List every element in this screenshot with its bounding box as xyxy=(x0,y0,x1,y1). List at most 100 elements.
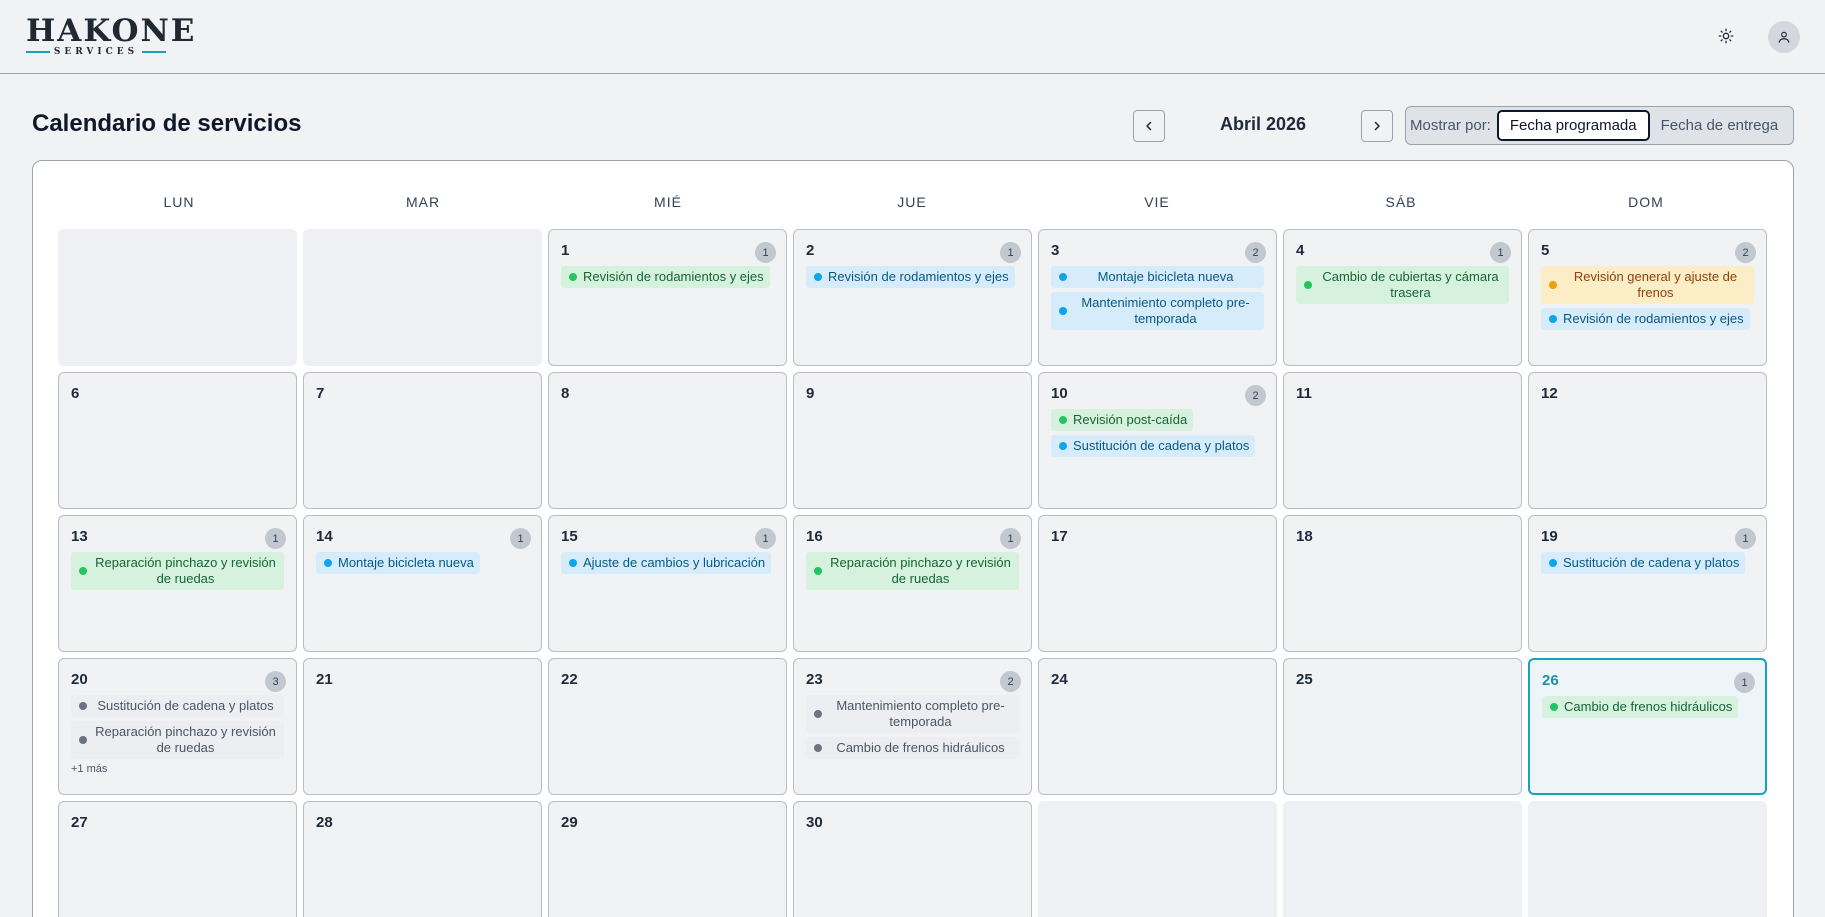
calendar-day-cell[interactable]: 15 1 Ajuste de cambios y lubricación xyxy=(548,515,787,652)
event-title: Revisión general y ajuste de frenos xyxy=(1573,269,1738,300)
calendar-day-cell[interactable]: 26 1 Cambio de frenos hidráulicos xyxy=(1528,658,1767,795)
service-event-chip[interactable]: Revisión de rodamientos y ejes xyxy=(1541,308,1750,330)
service-event-chip[interactable]: Mantenimiento completo pre-temporada xyxy=(806,695,1019,733)
event-title: Cambio de frenos hidráulicos xyxy=(1564,699,1733,714)
calendar-day-cell[interactable]: 21 xyxy=(303,658,542,795)
weekday-header: VIE xyxy=(1144,194,1170,210)
event-title: Revisión post-caída xyxy=(1073,412,1188,427)
day-number: 22 xyxy=(561,671,578,688)
calendar-day-cell[interactable]: 5 2 Revisión general y ajuste de frenos Rev… xyxy=(1528,229,1767,366)
calendar-day-cell[interactable]: 12 xyxy=(1528,372,1767,509)
day-number: 14 xyxy=(316,528,333,545)
service-event-chip[interactable]: Mantenimiento completo pre-temporada xyxy=(1051,292,1264,330)
service-event-chip[interactable]: Sustitución de cadena y platos xyxy=(1541,552,1746,574)
calendar-day-cell[interactable]: 3 2 Montaje bicicleta nueva Mantenimiento c… xyxy=(1038,229,1277,366)
status-dot-icon xyxy=(569,273,577,281)
calendar-day-cell[interactable]: 2 1 Revisión de rodamientos y ejes xyxy=(793,229,1032,366)
theme-toggle-button[interactable] xyxy=(1714,24,1738,48)
event-list: Revisión general y ajuste de frenos Revis… xyxy=(1541,266,1754,330)
app-header: HAKONE SERVICES xyxy=(0,0,1825,74)
calendar-day-cell[interactable]: 16 1 Reparación pinchazo y revisión de rue… xyxy=(793,515,1032,652)
event-count-badge: 2 xyxy=(1245,385,1266,406)
status-dot-icon xyxy=(1549,559,1557,567)
chevron-left-icon xyxy=(1146,121,1152,131)
calendar-day-cell[interactable]: 6 xyxy=(58,372,297,509)
calendar-day-cell[interactable]: 22 xyxy=(548,658,787,795)
service-event-chip[interactable]: Sustitución de cadena y platos xyxy=(1051,435,1256,457)
calendar-day-cell[interactable]: 23 2 Mantenimiento completo pre-temporada C… xyxy=(793,658,1032,795)
calendar-day-cell[interactable]: 7 xyxy=(303,372,542,509)
calendar-day-cell[interactable]: 28 xyxy=(303,801,542,917)
calendar-day-cell[interactable]: 4 1 Cambio de cubiertas y cámara trasera xyxy=(1283,229,1522,366)
event-title: Revisión de rodamientos y ejes xyxy=(583,269,764,284)
calendar-day-cell[interactable]: 1 1 Revisión de rodamientos y ejes xyxy=(548,229,787,366)
status-dot-icon xyxy=(1059,416,1067,424)
sun-icon xyxy=(1718,28,1734,44)
calendar-day-cell[interactable]: 9 xyxy=(793,372,1032,509)
service-event-chip[interactable]: Reparación pinchazo y revisión de ruedas xyxy=(806,552,1019,590)
event-count-badge: 1 xyxy=(755,242,776,263)
next-month-button[interactable] xyxy=(1361,110,1393,142)
event-list: Cambio de cubiertas y cámara trasera xyxy=(1296,266,1509,304)
service-event-chip[interactable]: Reparación pinchazo y revisión de ruedas xyxy=(71,552,284,590)
brand-logo[interactable]: HAKONE SERVICES xyxy=(26,16,194,57)
service-event-chip[interactable]: Reparación pinchazo y revisión de ruedas xyxy=(71,721,284,759)
service-event-chip[interactable]: Sustitución de cadena y platos xyxy=(71,695,284,717)
event-title: Mantenimiento completo pre-temporada xyxy=(1081,295,1250,326)
service-event-chip[interactable]: Revisión de rodamientos y ejes xyxy=(561,266,770,288)
service-event-chip[interactable]: Ajuste de cambios y lubricación xyxy=(561,552,772,574)
day-number: 20 xyxy=(71,671,88,688)
more-events-link[interactable]: +1 más xyxy=(71,763,284,775)
day-number: 19 xyxy=(1541,528,1558,545)
calendar-cell-empty xyxy=(303,229,542,366)
weekday-header: DOM xyxy=(1628,194,1664,210)
event-count-badge: 1 xyxy=(510,528,531,549)
calendar-cell-empty xyxy=(58,229,297,366)
event-count-badge: 1 xyxy=(1000,242,1021,263)
prev-month-button[interactable] xyxy=(1133,110,1165,142)
service-event-chip[interactable]: Cambio de frenos hidráulicos xyxy=(1542,696,1739,718)
weekday-header: MIÉ xyxy=(654,194,682,210)
service-event-chip[interactable]: Revisión de rodamientos y ejes xyxy=(806,266,1015,288)
user-icon xyxy=(1778,31,1790,43)
calendar-cell-empty xyxy=(1283,801,1522,917)
user-avatar-button[interactable] xyxy=(1768,21,1800,53)
calendar-day-cell[interactable]: 14 1 Montaje bicicleta nueva xyxy=(303,515,542,652)
event-title: Reparación pinchazo y revisión de ruedas xyxy=(95,555,276,586)
show-by-delivery-date-option[interactable]: Fecha de entrega xyxy=(1650,110,1790,141)
show-by-scheduled-date-option[interactable]: Fecha programada xyxy=(1496,110,1650,141)
calendar-day-cell[interactable]: 19 1 Sustitución de cadena y platos xyxy=(1528,515,1767,652)
calendar-day-cell[interactable]: 10 2 Revisión post-caída Sustitución de cad… xyxy=(1038,372,1277,509)
status-dot-icon xyxy=(569,559,577,567)
service-event-chip[interactable]: Cambio de frenos hidráulicos xyxy=(806,737,1019,759)
day-number: 25 xyxy=(1296,671,1313,688)
status-dot-icon xyxy=(1549,315,1557,323)
status-dot-icon xyxy=(324,559,332,567)
service-event-chip[interactable]: Montaje bicicleta nueva xyxy=(1051,266,1264,288)
show-by-label: Mostrar por: xyxy=(1410,117,1491,134)
calendar-day-cell[interactable]: 13 1 Reparación pinchazo y revisión de rue… xyxy=(58,515,297,652)
status-dot-icon xyxy=(79,736,87,744)
service-event-chip[interactable]: Revisión post-caída xyxy=(1051,409,1194,431)
day-number: 27 xyxy=(71,814,88,831)
event-count-badge: 1 xyxy=(265,528,286,549)
service-event-chip[interactable]: Revisión general y ajuste de frenos xyxy=(1541,266,1754,304)
calendar-day-cell[interactable]: 29 xyxy=(548,801,787,917)
calendar-day-cell[interactable]: 11 xyxy=(1283,372,1522,509)
calendar-day-cell[interactable]: 27 xyxy=(58,801,297,917)
weekday-header: LUN xyxy=(163,194,195,210)
weekday-header: MAR xyxy=(405,194,441,210)
calendar-day-cell[interactable]: 30 xyxy=(793,801,1032,917)
service-event-chip[interactable]: Cambio de cubiertas y cámara trasera xyxy=(1296,266,1509,304)
event-title: Reparación pinchazo y revisión de ruedas xyxy=(95,724,276,755)
calendar-day-cell[interactable]: 25 xyxy=(1283,658,1522,795)
event-count-badge: 1 xyxy=(1734,672,1755,693)
calendar-day-cell[interactable]: 8 xyxy=(548,372,787,509)
event-count-badge: 1 xyxy=(1000,528,1021,549)
service-event-chip[interactable]: Montaje bicicleta nueva xyxy=(316,552,480,574)
calendar-day-cell[interactable]: 18 xyxy=(1283,515,1522,652)
calendar-day-cell[interactable]: 17 xyxy=(1038,515,1277,652)
event-list: Cambio de frenos hidráulicos xyxy=(1542,696,1753,718)
calendar-day-cell[interactable]: 20 3 Sustitución de cadena y platos Reparac… xyxy=(58,658,297,795)
calendar-day-cell[interactable]: 24 xyxy=(1038,658,1277,795)
